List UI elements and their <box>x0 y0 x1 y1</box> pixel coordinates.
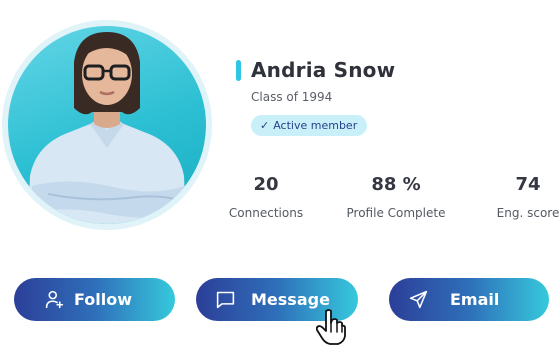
avatar-portrait <box>28 32 186 224</box>
stat-value: 74 <box>515 174 541 195</box>
message-icon <box>216 291 235 309</box>
check-icon: ✓ <box>260 119 270 132</box>
stat-profile-complete: 88 % Profile Complete <box>346 174 446 220</box>
stat-eng-score: 74 Eng. score <box>496 174 559 220</box>
stat-label: Profile Complete <box>346 206 446 220</box>
stat-label: Eng. score <box>496 206 559 220</box>
follow-button-label: Follow <box>74 290 133 309</box>
profile-name: Andria Snow <box>251 58 396 82</box>
send-icon <box>409 290 428 309</box>
stat-label: Connections <box>228 206 304 220</box>
email-button[interactable]: Email <box>389 278 549 321</box>
user-plus-icon <box>45 290 64 309</box>
status-badge-label: Active member <box>273 119 358 132</box>
name-accent-bar <box>236 60 241 81</box>
hand-pointer-icon <box>316 309 346 345</box>
email-button-label: Email <box>450 290 500 309</box>
stat-connections: 20 Connections <box>226 174 306 220</box>
stat-value: 88 % <box>371 174 421 195</box>
status-badge: ✓ Active member <box>251 115 368 136</box>
follow-button[interactable]: Follow <box>14 278 175 321</box>
profile-subtitle: Class of 1994 <box>251 90 333 104</box>
avatar <box>8 26 206 224</box>
stat-value: 20 <box>253 174 279 195</box>
